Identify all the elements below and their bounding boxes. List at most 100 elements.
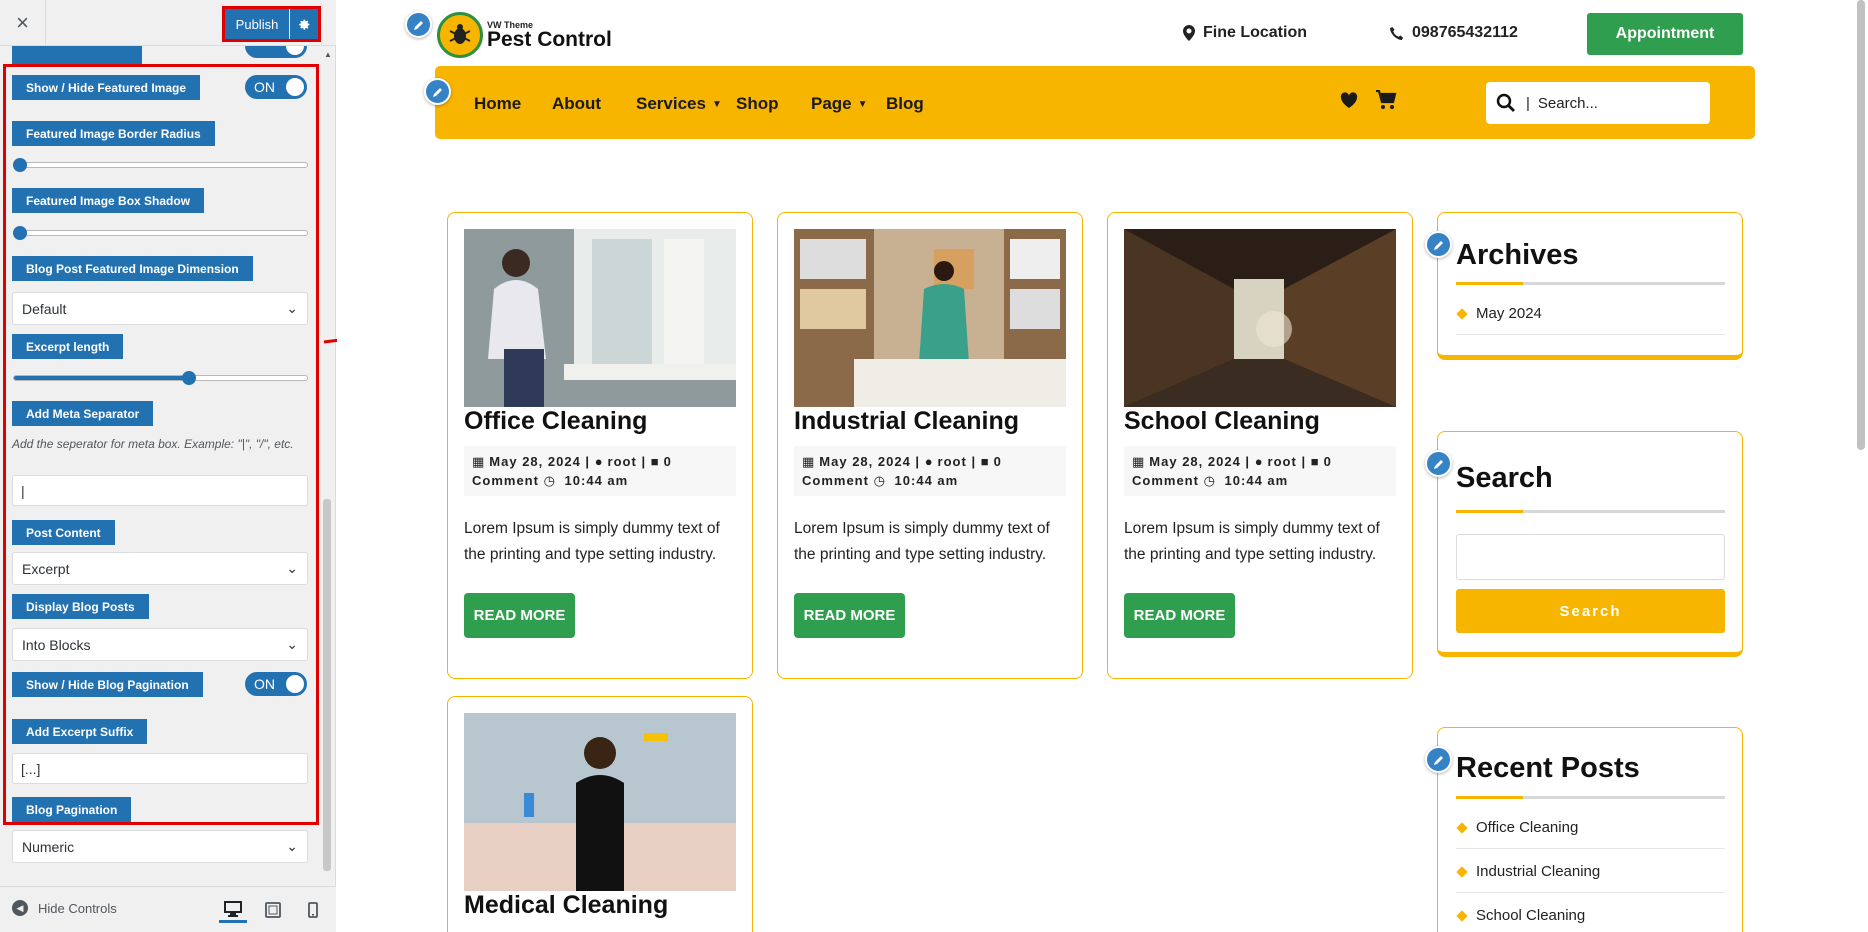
widget-title: Archives: [1456, 239, 1579, 271]
search-icon: [1496, 93, 1515, 112]
edit-menu-button[interactable]: [424, 78, 451, 105]
post-excerpt: Lorem Ipsum is simply dummy text of the …: [464, 520, 720, 563]
chevron-down-icon: ▼: [857, 98, 868, 110]
publish-settings-button[interactable]: [290, 9, 318, 39]
recent-post-item[interactable]: Office Cleaning: [1456, 819, 1725, 849]
location-info: Fine Location: [1183, 24, 1307, 42]
map-pin-icon: [1183, 25, 1195, 41]
calendar-icon: ▦: [472, 454, 486, 469]
edit-widget-button[interactable]: [1425, 450, 1452, 477]
edit-logo-button[interactable]: [405, 11, 432, 38]
read-more-button[interactable]: READ MORE: [794, 593, 905, 638]
post-card: Medical Cleaning: [447, 696, 753, 932]
search-widget: Search Search: [1425, 431, 1743, 657]
edit-widget-button[interactable]: [1425, 746, 1452, 773]
blog-pagination-select[interactable]: Numeric ⌄: [12, 830, 308, 863]
nav-home[interactable]: Home: [474, 94, 521, 114]
widget-title: Search: [1456, 462, 1553, 494]
post-excerpt: Lorem Ipsum is simply dummy text of the …: [794, 520, 1050, 563]
sidebar-search-button[interactable]: Search: [1456, 589, 1725, 633]
archive-item[interactable]: May 2024: [1456, 305, 1725, 335]
phone-info: 098765432112: [1389, 24, 1518, 42]
recent-posts-widget: Recent Posts Office Cleaning Industrial …: [1425, 727, 1743, 932]
user-icon: ●: [594, 454, 604, 469]
comments-icon: ■: [1310, 454, 1320, 469]
hide-controls-button[interactable]: ◀ Hide Controls: [12, 900, 117, 916]
post-title[interactable]: School Cleaning: [1124, 407, 1320, 436]
nav-about[interactable]: About: [552, 94, 601, 114]
post-title[interactable]: Medical Cleaning: [464, 891, 668, 920]
phone-icon: [1390, 26, 1404, 40]
collapse-icon: ◀: [12, 900, 28, 916]
post-image[interactable]: [1124, 229, 1396, 407]
customizer-scrollbar-thumb[interactable]: [323, 499, 331, 871]
read-more-button[interactable]: READ MORE: [1124, 593, 1235, 638]
tablet-icon: [265, 902, 281, 918]
heart-icon[interactable]: [1340, 92, 1358, 109]
customizer-footer: ◀ Hide Controls: [0, 886, 336, 932]
edit-widget-button[interactable]: [1425, 231, 1452, 258]
mobile-icon: [308, 902, 318, 918]
calendar-icon: ▦: [1132, 454, 1146, 469]
post-excerpt: Lorem Ipsum is simply dummy text of the …: [1124, 520, 1380, 563]
nav-page[interactable]: Page ▼: [811, 94, 868, 114]
appointment-button[interactable]: Appointment: [1587, 13, 1743, 55]
cart-icon[interactable]: [1375, 90, 1397, 110]
diamond-bullet-icon: [1456, 909, 1468, 922]
diamond-bullet-icon: [1456, 307, 1468, 320]
calendar-icon: ▦: [802, 454, 816, 469]
desktop-icon: [224, 900, 242, 917]
mobile-preview-button[interactable]: [299, 897, 327, 923]
desktop-preview-button[interactable]: [219, 897, 247, 923]
clock-icon: ◷: [543, 473, 556, 488]
clock-icon: ◷: [1203, 473, 1216, 488]
publish-highlight: Publish: [222, 6, 321, 42]
post-image[interactable]: [464, 229, 736, 407]
chevron-down-icon: ▼: [711, 98, 722, 110]
control-title-partial: [12, 46, 142, 65]
post-card: Office Cleaning ▦ May 28, 2024 | ● root | …: [447, 212, 753, 679]
highlight-box: [3, 64, 319, 825]
toggle-partial[interactable]: [245, 46, 307, 58]
customizer-header: × Publish: [0, 0, 336, 46]
sidebar-search-input[interactable]: [1456, 534, 1725, 580]
scroll-up-icon[interactable]: ▲: [324, 50, 332, 59]
pencil-icon: [432, 87, 442, 97]
header-search-input[interactable]: | Search...: [1486, 82, 1710, 124]
post-title[interactable]: Industrial Cleaning: [794, 407, 1019, 436]
pencil-icon: [1433, 240, 1443, 250]
site-title: Pest Control: [487, 28, 612, 51]
diamond-bullet-icon: [1456, 865, 1468, 878]
read-more-button[interactable]: READ MORE: [464, 593, 575, 638]
user-icon: ●: [924, 454, 934, 469]
main-navigation: Home About Services ▼ Shop Page ▼ Blog | S…: [435, 66, 1755, 139]
post-image[interactable]: [794, 229, 1066, 407]
clock-icon: ◷: [873, 473, 886, 488]
post-meta: ▦ May 28, 2024 | ● root | ■ 0 Comment ◷ 10:…: [1124, 446, 1396, 496]
nav-blog[interactable]: Blog: [886, 94, 924, 114]
chevron-down-icon: ⌄: [286, 838, 298, 854]
site-logo[interactable]: VW Theme Pest Control: [437, 12, 612, 58]
post-image[interactable]: [464, 713, 736, 891]
post-title[interactable]: Office Cleaning: [464, 407, 647, 436]
publish-button[interactable]: Publish: [225, 9, 289, 39]
pencil-icon: [1433, 459, 1443, 469]
tablet-preview-button[interactable]: [259, 897, 287, 923]
widget-title: Recent Posts: [1456, 752, 1640, 784]
diamond-bullet-icon: [1456, 821, 1468, 834]
pencil-icon: [1433, 755, 1443, 765]
site-preview: VW Theme Pest Control Fine Location 0987…: [337, 0, 1868, 932]
gear-icon: [298, 19, 309, 30]
preview-scrollbar-thumb[interactable]: [1857, 0, 1865, 450]
post-meta: ▦ May 28, 2024 | ● root | ■ 0 Comment ◷ 10:…: [464, 446, 736, 496]
recent-post-item[interactable]: Industrial Cleaning: [1456, 863, 1725, 893]
nav-services[interactable]: Services ▼: [636, 94, 722, 114]
post-card: Industrial Cleaning ▦ May 28, 2024 | ● roo…: [777, 212, 1083, 679]
recent-post-item[interactable]: School Cleaning: [1456, 907, 1725, 932]
user-icon: ●: [1254, 454, 1264, 469]
close-customizer-button[interactable]: ×: [0, 0, 46, 46]
comments-icon: ■: [980, 454, 990, 469]
nav-shop[interactable]: Shop: [736, 94, 779, 114]
customizer-panel: × Publish Show / Hide Featured Image ON …: [0, 0, 336, 932]
post-card: School Cleaning ▦ May 28, 2024 | ● root | …: [1107, 212, 1413, 679]
